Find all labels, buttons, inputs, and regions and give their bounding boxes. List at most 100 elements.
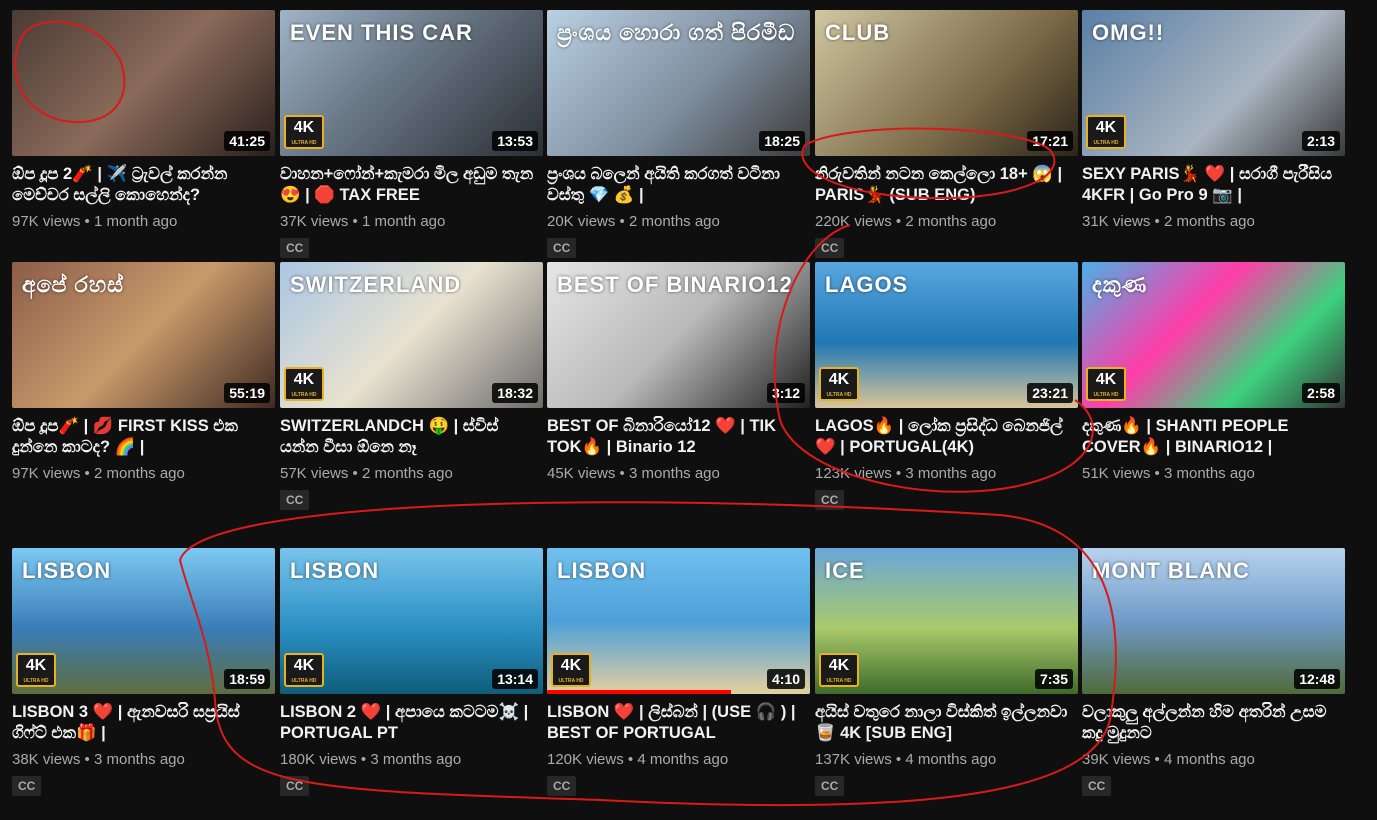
video-title[interactable]: BEST OF බිනාරියෝ12 ❤️ | TIK TOK🔥 | Binar… [547, 416, 810, 458]
thumbnail-overlay-text: LISBON [290, 558, 380, 583]
thumbnail-overlay-text: SWITZERLAND [290, 272, 462, 297]
video-title[interactable]: ඕප දූප🧨 | 💋 FIRST KISS එක දුන්නෙ කාටද? 🌈… [12, 416, 275, 458]
video-duration: 18:32 [492, 383, 538, 403]
closed-captions-badge: CC [815, 776, 845, 796]
video-card[interactable]: CLUB 17:21 නිරුවතින් නටන කෙල්ලො 18+ 😱 | PA… [815, 10, 1078, 258]
video-meta: 57K views • 2 months ago [280, 465, 543, 482]
video-card[interactable]: OMG!! 4K ULTRA HD 2:13 SEXY PARIS💃 ❤️ | සරාග… [1082, 10, 1345, 230]
video-title[interactable]: වලාකුලු අල්ලන්න හිම අතරින් උසම කදු මුදුන… [1082, 702, 1345, 744]
video-title[interactable]: ඕප දූප 2🧨 | ✈️ ට්‍රැවල් කරන්න මෙච්චර සල්… [12, 164, 275, 206]
thumbnail-overlay-text: EVEN THIS CAR [290, 20, 473, 45]
thumbnail-overlay-text: ප්‍රංශය හොරා ගත් පිරමීඩ [557, 20, 796, 45]
video-title[interactable]: නිරුවතින් නටන කෙල්ලො 18+ 😱 | PARIS💃 (SUB… [815, 164, 1078, 206]
video-title[interactable]: අයිස් වතුරෙ නාලා විස්කිත් ඉල්ලනවා 🥃 4K [… [815, 702, 1078, 744]
closed-captions-badge: CC [280, 776, 310, 796]
upload-age: 2 months ago [905, 213, 997, 230]
closed-captions-badge: CC [1082, 776, 1112, 796]
upload-age: 2 months ago [1163, 213, 1255, 230]
upload-age: 1 month ago [361, 213, 446, 230]
view-count: 120K views [547, 751, 624, 768]
video-thumbnail[interactable]: 41:25 [12, 10, 275, 156]
video-card[interactable]: දකුණ 4K ULTRA HD 2:58 දකුණ🔥 | SHANTI PEOPLE … [1082, 262, 1345, 482]
video-card[interactable]: EVEN THIS CAR 4K ULTRA HD 13:53 වාහන+ෆෝන්+කැ… [280, 10, 543, 258]
view-count: 220K views [815, 213, 892, 230]
video-duration: 12:48 [1294, 669, 1340, 689]
video-title[interactable]: SEXY PARIS💃 ❤️ | සරාගී පැරීසිය 4KFR | Go… [1082, 164, 1345, 206]
video-duration: 2:13 [1301, 131, 1340, 151]
view-count: 97K views [12, 213, 81, 230]
video-meta: 39K views • 4 months ago [1082, 751, 1345, 768]
video-thumbnail[interactable]: CLUB 17:21 [815, 10, 1078, 156]
video-thumbnail[interactable]: LISBON 4K ULTRA HD 13:14 [280, 548, 543, 694]
video-thumbnail[interactable]: LISBON 4K ULTRA HD 4:10 [547, 548, 810, 694]
video-card[interactable]: LISBON 4K ULTRA HD 4:10 LISBON ❤️ | ලිස්බන් … [547, 548, 810, 796]
video-thumbnail[interactable]: LAGOS 4K ULTRA HD 23:21 [815, 262, 1078, 408]
closed-captions-badge: CC [815, 238, 845, 258]
video-duration: 55:19 [224, 383, 270, 403]
video-thumbnail[interactable]: OMG!! 4K ULTRA HD 2:13 [1082, 10, 1345, 156]
closed-captions-badge: CC [280, 490, 310, 510]
meta-separator: • [348, 213, 362, 230]
video-card[interactable]: LISBON 4K ULTRA HD 18:59 LISBON 3 ❤️ | ඇනවසර… [12, 548, 275, 796]
upload-age: 2 months ago [93, 465, 185, 482]
meta-separator: • [891, 751, 906, 768]
video-title[interactable]: LISBON 2 ❤️ | අපායෙ කටටම☠️ | PORTUGAL PT [280, 702, 543, 744]
meta-separator: • [80, 751, 94, 768]
upload-age: 3 months ago [370, 751, 462, 768]
video-card[interactable]: SWITZERLAND 4K ULTRA HD 18:32 SWITZERLANDCH … [280, 262, 543, 510]
video-title[interactable]: දකුණ🔥 | SHANTI PEOPLE COVER🔥 | BINARIO12… [1082, 416, 1345, 458]
video-title[interactable]: වාහන+ෆෝන්+කැමරා මිල අඩුම තැන😍 | 🛑 TAX FR… [280, 164, 543, 206]
4k-badge-icon: 4K ULTRA HD [284, 367, 324, 401]
closed-captions-badge: CC [280, 238, 310, 258]
thumbnail-overlay-text: LISBON [22, 558, 112, 583]
view-count: 20K views [547, 213, 616, 230]
video-thumbnail[interactable]: MONT BLANC 12:48 [1082, 548, 1345, 694]
4k-badge-icon: 4K ULTRA HD [1086, 115, 1126, 149]
video-title[interactable]: LISBON 3 ❤️ | ඇනවසරි සප්‍රයිස් ගිෆ්ට් එක… [12, 702, 275, 744]
thumbnail-overlay-text: LISBON [557, 558, 647, 583]
view-count: 57K views [280, 465, 349, 482]
video-meta: 45K views • 3 months ago [547, 465, 810, 482]
video-thumbnail[interactable]: BEST OF BINARIO12 3:12 [547, 262, 810, 408]
meta-separator: • [1150, 213, 1164, 230]
video-duration: 18:25 [759, 131, 805, 151]
meta-separator: • [891, 213, 906, 230]
video-duration: 41:25 [224, 131, 270, 151]
video-duration: 4:10 [766, 669, 805, 689]
video-thumbnail[interactable]: අපේ රහස් 55:19 [12, 262, 275, 408]
video-thumbnail[interactable]: දකුණ 4K ULTRA HD 2:58 [1082, 262, 1345, 408]
4k-badge-icon: 4K ULTRA HD [16, 653, 56, 687]
video-card[interactable]: LISBON 4K ULTRA HD 13:14 LISBON 2 ❤️ | අපායෙ… [280, 548, 543, 796]
video-thumbnail[interactable]: EVEN THIS CAR 4K ULTRA HD 13:53 [280, 10, 543, 156]
video-title[interactable]: LISBON ❤️ | ලිස්බන් | (USE 🎧 ) | BEST OF… [547, 702, 810, 744]
video-duration: 17:21 [1027, 131, 1073, 151]
view-count: 180K views [280, 751, 357, 768]
upload-age: 3 months ago [1163, 465, 1255, 482]
video-thumbnail[interactable]: ICE 4K ULTRA HD 7:35 [815, 548, 1078, 694]
meta-separator: • [1150, 465, 1164, 482]
view-count: 97K views [12, 465, 81, 482]
video-title[interactable]: SWITZERLANDCH 🤑 | ස්විස් යන්න වීසා ඕනෙ න… [280, 416, 543, 458]
meta-separator: • [348, 465, 362, 482]
4k-badge-icon: 4K ULTRA HD [819, 367, 859, 401]
video-title[interactable]: LAGOS🔥 | ලෝක ප්‍රසිද්ධ බෙනජිල් ❤️ | PORT… [815, 416, 1078, 458]
video-thumbnail[interactable]: ප්‍රංශය හොරා ගත් පිරමීඩ 18:25 [547, 10, 810, 156]
meta-separator: • [80, 213, 94, 230]
video-card[interactable]: ප්‍රංශය හොරා ගත් පිරමීඩ 18:25 ප්‍රංශය බලෙන… [547, 10, 810, 258]
4k-badge-icon: 4K ULTRA HD [284, 653, 324, 687]
video-card[interactable]: BEST OF BINARIO12 3:12 BEST OF බිනාරියෝ12 … [547, 262, 810, 482]
video-title[interactable]: ප්‍රංශය බලෙන් අයිති කරගත් වටිනා වස්තු 💎 … [547, 164, 810, 206]
video-meta: 97K views • 1 month ago [12, 213, 275, 230]
video-duration: 13:53 [492, 131, 538, 151]
video-card[interactable]: 41:25 ඕප දූප 2🧨 | ✈️ ට්‍රැවල් කරන්න මෙච්ච… [12, 10, 275, 230]
video-card[interactable]: අපේ රහස් 55:19 ඕප දූප🧨 | 💋 FIRST KISS එක ද… [12, 262, 275, 482]
video-thumbnail[interactable]: LISBON 4K ULTRA HD 18:59 [12, 548, 275, 694]
video-card[interactable]: MONT BLANC 12:48 වලාකුලු අල්ලන්න හිම අතරින… [1082, 548, 1345, 796]
meta-separator: • [1150, 751, 1164, 768]
video-thumbnail[interactable]: SWITZERLAND 4K ULTRA HD 18:32 [280, 262, 543, 408]
closed-captions-badge: CC [12, 776, 42, 796]
video-duration: 7:35 [1034, 669, 1073, 689]
video-card[interactable]: LAGOS 4K ULTRA HD 23:21 LAGOS🔥 | ලෝක ප්‍රසිද… [815, 262, 1078, 510]
video-card[interactable]: ICE 4K ULTRA HD 7:35 අයිස් වතුරෙ නාලා විස්කි… [815, 548, 1078, 796]
view-count: 51K views [1082, 465, 1151, 482]
